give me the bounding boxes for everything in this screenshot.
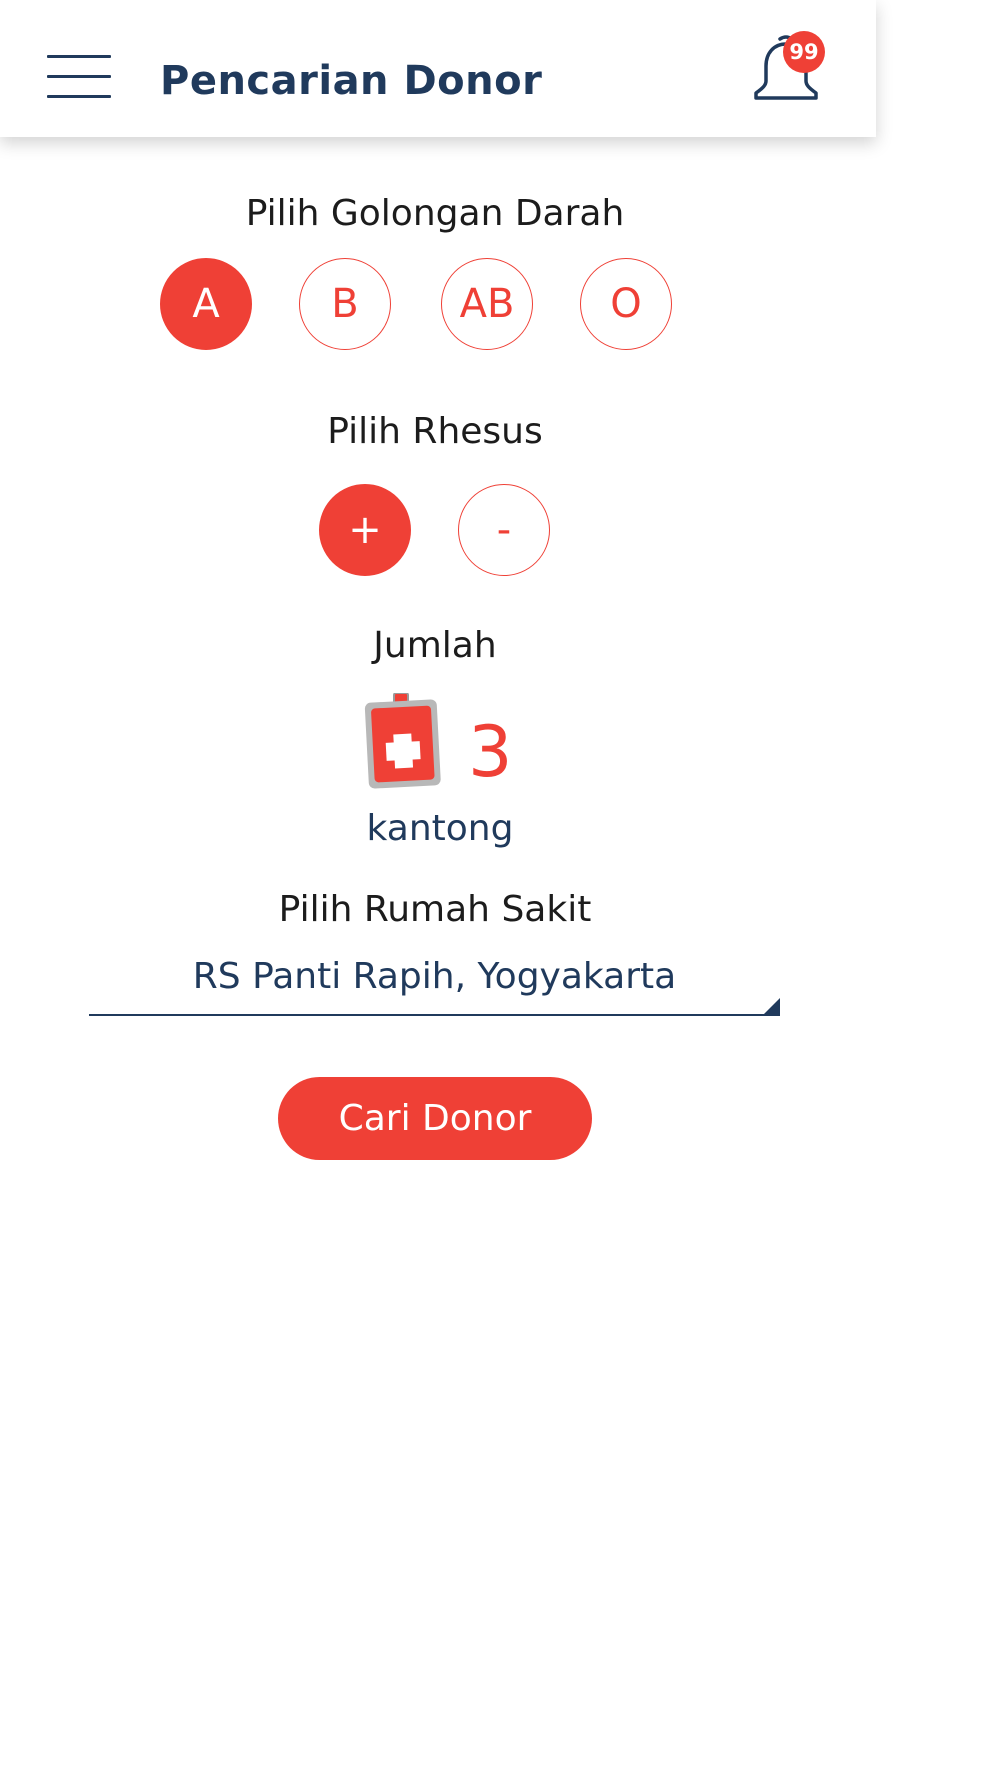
top-app-bar: Pencarian Donor 99 — [0, 0, 876, 137]
hospital-heading: Pilih Rumah Sakit — [278, 889, 592, 930]
menu-line — [47, 75, 111, 78]
hamburger-menu-icon[interactable] — [47, 55, 111, 99]
dropdown-corner-icon — [764, 998, 780, 1014]
notification-count-badge: 99 — [783, 31, 825, 73]
notification-button[interactable]: 99 — [750, 31, 825, 106]
quantity-value: 3 — [468, 711, 513, 793]
rhesus-option-positive[interactable]: + — [319, 484, 411, 576]
rhesus-option-negative[interactable]: - — [458, 484, 550, 576]
blood-type-option-o[interactable]: O — [580, 258, 672, 350]
menu-line — [47, 55, 111, 58]
hospital-selected-value: RS Panti Rapih, Yogyakarta — [192, 956, 677, 997]
blood-type-option-b[interactable]: B — [299, 258, 391, 350]
page-title: Pencarian Donor — [160, 58, 543, 104]
quantity-heading: Jumlah — [373, 625, 497, 666]
blood-type-heading: Pilih Golongan Darah — [245, 193, 625, 234]
blood-bag-icon — [363, 692, 443, 791]
blood-type-option-a[interactable]: A — [160, 258, 252, 350]
blood-type-option-ab[interactable]: AB — [441, 258, 533, 350]
hospital-select[interactable]: RS Panti Rapih, Yogyakarta — [89, 948, 780, 1016]
app-screen: Pencarian Donor 99 Pilih Golongan Darah … — [0, 0, 876, 1781]
search-donor-button[interactable]: Cari Donor — [278, 1077, 592, 1160]
quantity-unit: kantong — [366, 808, 514, 849]
menu-line — [47, 95, 111, 98]
rhesus-heading: Pilih Rhesus — [327, 411, 543, 452]
